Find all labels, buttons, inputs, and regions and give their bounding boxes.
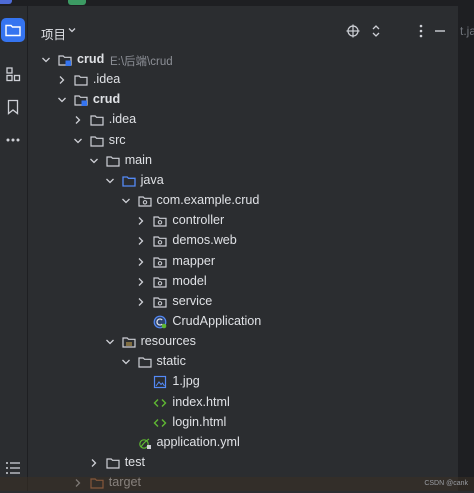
tree-row[interactable]: mapper: [28, 252, 458, 272]
tree-row[interactable]: .idea: [28, 70, 458, 90]
more-vertical-icon[interactable]: [412, 22, 430, 40]
tree-item-label: resources: [140, 334, 196, 349]
folder-icon: [106, 456, 120, 470]
tree-item-label: static: [156, 354, 186, 369]
folder-icon: [90, 113, 104, 127]
chevron-down-icon[interactable]: [40, 54, 52, 66]
tree-item-label: main: [124, 152, 152, 167]
tree-item-label: .idea: [108, 112, 137, 127]
chevron-down-icon[interactable]: [104, 336, 116, 348]
tree-row[interactable]: model: [28, 272, 458, 292]
tree-row[interactable]: resources: [28, 332, 458, 352]
chevron-down-icon[interactable]: [104, 175, 116, 187]
chevron-right-icon[interactable]: [135, 276, 147, 288]
chevron-down-icon[interactable]: [120, 356, 132, 368]
tree-row[interactable]: .idea: [28, 110, 458, 130]
tree-row[interactable]: static: [28, 352, 458, 372]
chevron-right-icon[interactable]: [135, 235, 147, 247]
yaml-config-icon: [138, 436, 152, 450]
tree-row[interactable]: login.html: [28, 413, 458, 433]
watermark: CSDN @cank: [424, 480, 468, 487]
project-badge-icon[interactable]: [68, 0, 86, 5]
html-file-icon: [153, 396, 167, 410]
chevron-right-icon[interactable]: [72, 114, 84, 126]
package-icon: [153, 234, 167, 248]
tree-row[interactable]: main: [28, 151, 458, 171]
chevron-right-icon[interactable]: [56, 74, 68, 86]
folder-icon: [137, 355, 152, 369]
tree-row[interactable]: CrudApplication: [28, 312, 458, 332]
folder-icon: [106, 154, 120, 168]
tree-row[interactable]: service: [28, 292, 458, 312]
package-icon: [153, 214, 167, 228]
tree-item-label: model: [172, 273, 207, 288]
editor-tab-fragment[interactable]: t.ja: [460, 24, 474, 38]
package-icon: [137, 194, 152, 208]
tree-item-label: service: [172, 293, 213, 308]
image-file-icon: [153, 375, 167, 389]
tree-item-label: demos.web: [172, 233, 237, 248]
chevron-down-icon[interactable]: [67, 23, 77, 38]
app-menu-icon[interactable]: [0, 0, 12, 4]
tree-item-label: test: [124, 455, 145, 469]
project-panel-header: 项目: [28, 18, 458, 44]
chevron-right-icon[interactable]: [135, 215, 147, 227]
tree-item-path: E:\后端\crud: [110, 56, 173, 68]
tree-row[interactable]: java: [28, 171, 458, 191]
chevron-down-icon[interactable]: [56, 94, 68, 106]
tree-item-label: 1.jpg: [172, 374, 200, 389]
tree-row[interactable]: 1.jpg: [28, 372, 458, 392]
tree-item-label: CrudApplication: [172, 313, 262, 328]
module-folder-icon: [74, 93, 88, 107]
spring-class-icon: [153, 315, 167, 329]
tree-item-label: java: [140, 172, 164, 187]
project-tool-window: 项目 crud E:\后端\crud .idea crud .idea src main ja…: [28, 6, 458, 491]
tree-item-label: controller: [172, 213, 225, 228]
tree-item-label: crud: [92, 92, 121, 107]
tree-item-label: crud: [77, 52, 105, 66]
panel-title[interactable]: 项目: [41, 24, 66, 43]
tree-item-label: .idea: [92, 72, 121, 87]
tree-row[interactable]: controller: [28, 211, 458, 231]
project-folder-icon[interactable]: [1, 18, 25, 42]
folder-icon: [90, 134, 104, 148]
structure-icon[interactable]: [1, 62, 25, 86]
tree-row[interactable]: crud E:\后端\crud: [28, 50, 458, 70]
tree-row[interactable]: application.yml: [28, 433, 458, 453]
bookmark-icon[interactable]: [1, 95, 25, 119]
source-folder-icon: [121, 174, 136, 188]
expand-collapse-icon[interactable]: [367, 22, 385, 40]
tree-row-partial-highlight: [0, 477, 474, 491]
package-icon: [153, 255, 167, 269]
package-icon: [153, 295, 167, 309]
tree-row[interactable]: test: [28, 453, 458, 473]
tree-row[interactable]: com.example.crud: [28, 191, 458, 211]
chevron-down-icon[interactable]: [88, 155, 100, 167]
chevron-down-icon[interactable]: [120, 195, 132, 207]
chevron-right-icon[interactable]: [135, 296, 147, 308]
tree-row[interactable]: crud: [28, 90, 458, 110]
tree-row[interactable]: src: [28, 131, 458, 151]
tree-row[interactable]: index.html: [28, 393, 458, 413]
chevron-right-icon[interactable]: [88, 457, 100, 469]
tree-item-label: com.example.crud: [156, 193, 260, 208]
html-file-icon: [153, 416, 167, 430]
more-horizontal-icon[interactable]: [1, 128, 25, 152]
chevron-down-icon[interactable]: [72, 135, 84, 147]
tree-row[interactable]: demos.web: [28, 231, 458, 251]
package-icon: [153, 275, 167, 289]
tree-item-label: index.html: [172, 394, 230, 409]
tree-item-label: mapper: [172, 253, 216, 268]
crosshair-icon[interactable]: [344, 22, 362, 40]
activity-bar: [0, 6, 28, 491]
module-folder-icon: [58, 53, 72, 67]
tree-item-label: application.yml: [156, 434, 240, 449]
folder-icon: [74, 73, 88, 87]
tree-item-label: src: [108, 132, 126, 147]
chevron-right-icon[interactable]: [135, 256, 147, 268]
tree-item-label: login.html: [172, 414, 227, 429]
minimize-icon[interactable]: [431, 22, 449, 40]
editor-area-edge: t.ja: [458, 6, 474, 491]
resources-folder-icon: [121, 335, 136, 349]
